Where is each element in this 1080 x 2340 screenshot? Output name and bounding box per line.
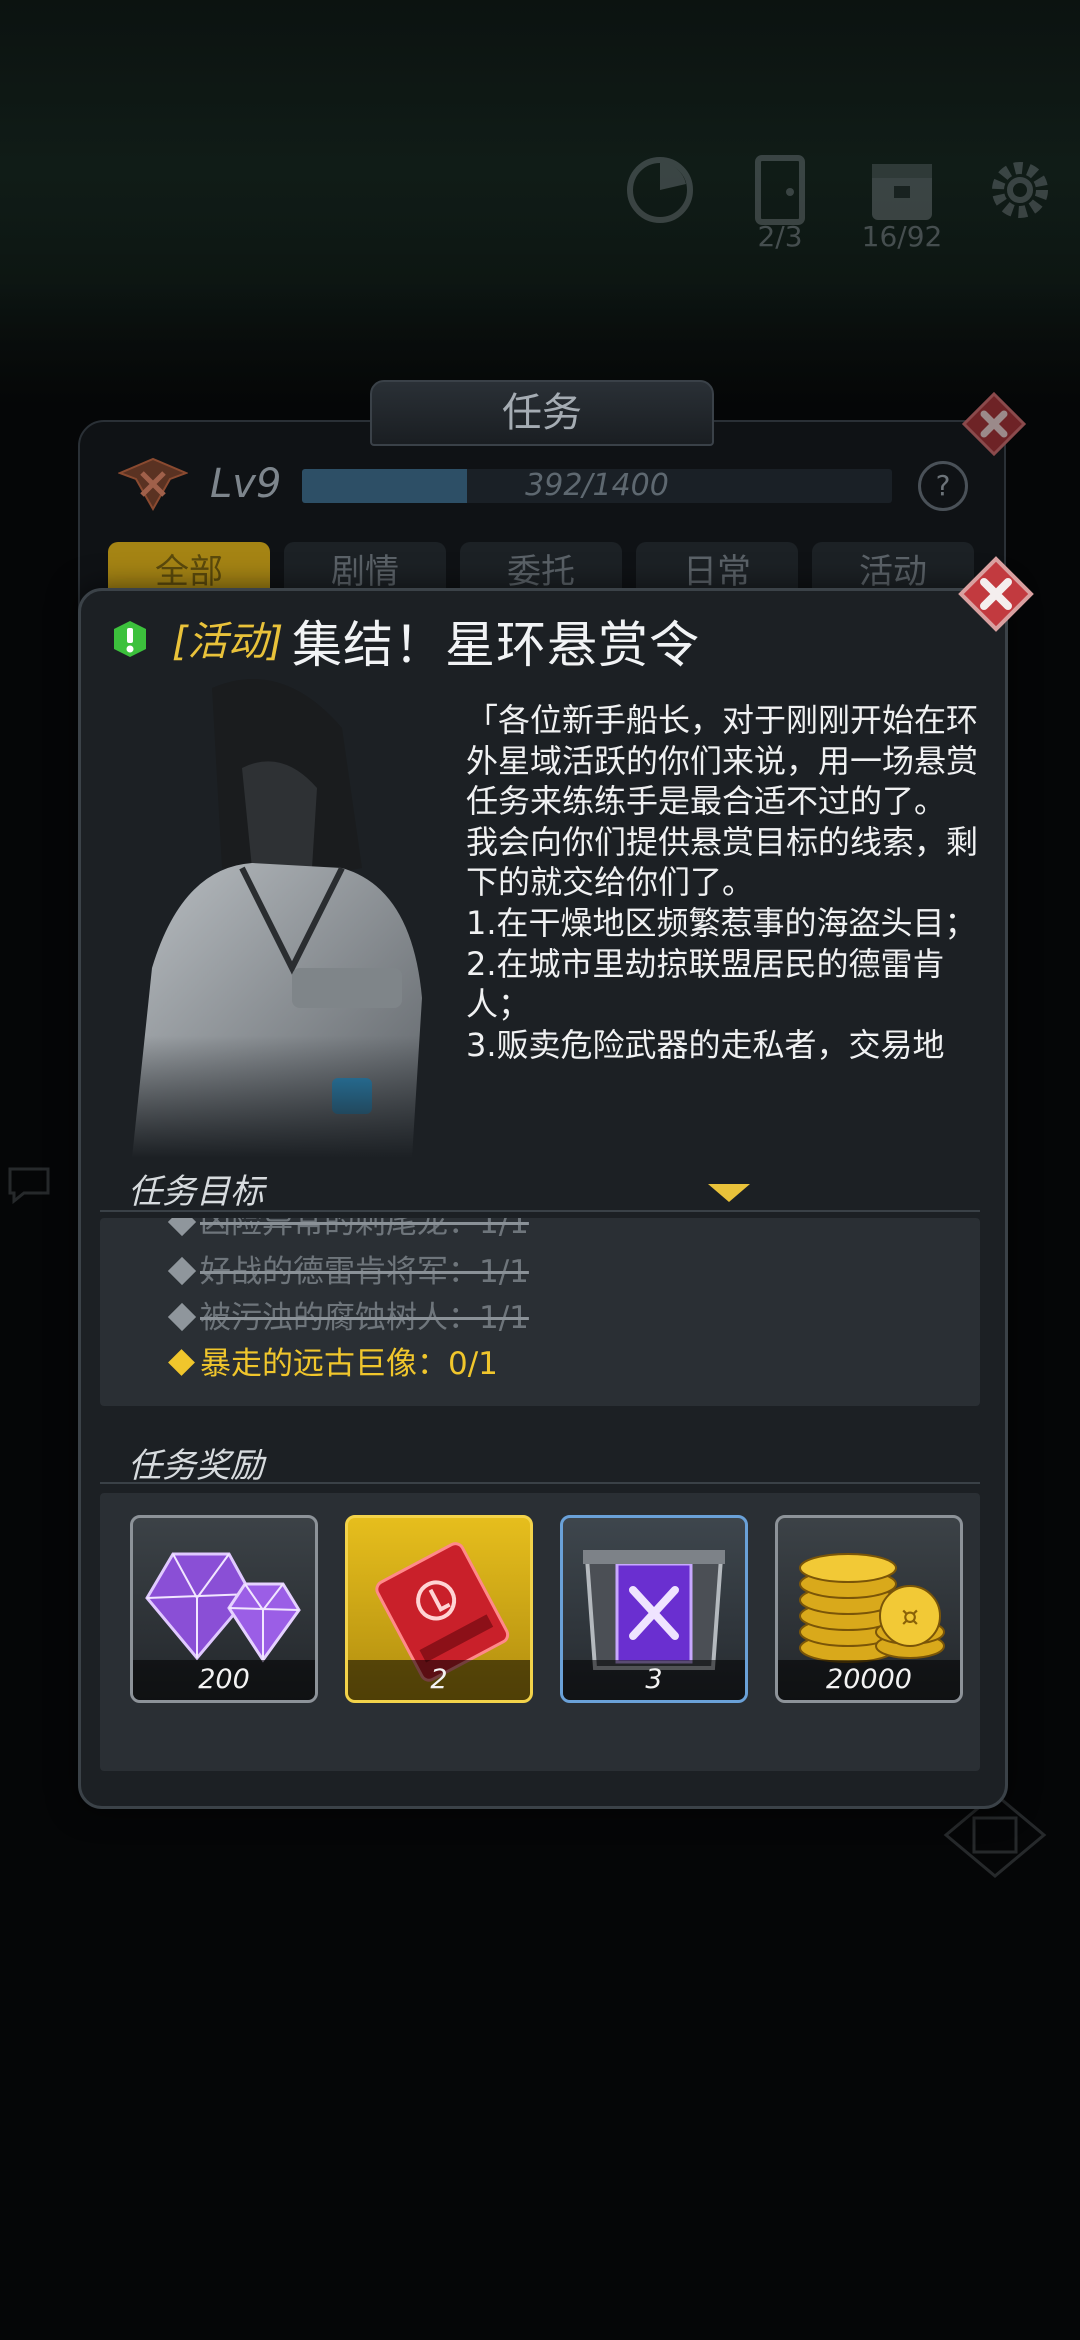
quest-header: [活动] 集结！星环悬赏令 bbox=[110, 605, 970, 675]
quest-tag: [活动] bbox=[172, 619, 284, 665]
rewards-divider bbox=[100, 1482, 980, 1484]
quest-panel-title: 任务 bbox=[370, 380, 714, 446]
reward-item[interactable]: 200 bbox=[130, 1515, 318, 1703]
reward-count: 200 bbox=[133, 1660, 315, 1700]
rewards-heading: 任务奖励 bbox=[128, 1446, 264, 1486]
reward-count: 3 bbox=[563, 1660, 745, 1700]
objective-item: 被污浊的腐蚀树人：1/1 bbox=[167, 1297, 529, 1339]
rewards-list: 200 2 3 ¤ 20000 bbox=[100, 1493, 980, 1771]
radar-icon[interactable] bbox=[620, 150, 700, 230]
diamond-bullet-icon bbox=[168, 1349, 195, 1376]
diamond-bullet-icon bbox=[167, 1302, 197, 1332]
reward-count: 20000 bbox=[778, 1660, 960, 1700]
level-label: Lv9 bbox=[210, 461, 282, 507]
door-counter: 2/3 bbox=[757, 220, 803, 253]
hud-top-icons: 2/3 16/92 bbox=[600, 150, 1060, 260]
svg-text:¤: ¤ bbox=[901, 1600, 919, 1633]
chevron-down-icon[interactable] bbox=[706, 1182, 752, 1204]
gear-icon[interactable] bbox=[980, 150, 1060, 230]
exp-text: 392/1400 bbox=[525, 469, 669, 503]
diamond-bullet-icon bbox=[167, 1256, 197, 1286]
objective-item-active: 暴走的远古巨像：0/1 bbox=[168, 1343, 498, 1385]
objectives-divider bbox=[100, 1210, 980, 1212]
objective-item: 好战的德雷肯将军：1/1 bbox=[167, 1251, 529, 1293]
reward-item[interactable]: ¤ 20000 bbox=[775, 1515, 963, 1703]
exp-bar: 392/1400 bbox=[302, 469, 892, 503]
level-row: Lv9 392/1400 ? bbox=[118, 455, 978, 515]
objectives-list: 凶险异常的刺尾龙：1/1 好战的德雷肯将军：1/1 被污浊的腐蚀树人：1/1 暴… bbox=[100, 1218, 980, 1406]
reward-item[interactable]: 3 bbox=[560, 1515, 748, 1703]
reward-item[interactable]: 2 bbox=[345, 1515, 533, 1703]
calendar-icon[interactable] bbox=[862, 150, 942, 230]
calendar-counter: 16/92 bbox=[861, 220, 943, 253]
alert-icon bbox=[114, 621, 146, 657]
quest-title: 集结！星环悬赏令 bbox=[292, 616, 700, 674]
help-button[interactable]: ? bbox=[918, 461, 968, 511]
objectives-heading: 任务目标 bbox=[128, 1172, 264, 1212]
quest-giver-portrait bbox=[92, 668, 472, 1158]
quest-story-text: 「各位新手船长，对于刚刚开始在环外星域活跃的你们来说，用一场悬赏任务来练练手是最… bbox=[466, 701, 979, 1064]
door-icon[interactable] bbox=[740, 150, 820, 230]
reward-count: 2 bbox=[348, 1660, 530, 1700]
panel-close-icon[interactable] bbox=[962, 392, 1026, 456]
chat-icon bbox=[8, 1167, 50, 1205]
diamond-bullet-icon bbox=[167, 1218, 197, 1237]
rank-emblem-icon bbox=[118, 457, 188, 512]
objective-item: 凶险异常的刺尾龙：1/1 bbox=[167, 1218, 529, 1244]
